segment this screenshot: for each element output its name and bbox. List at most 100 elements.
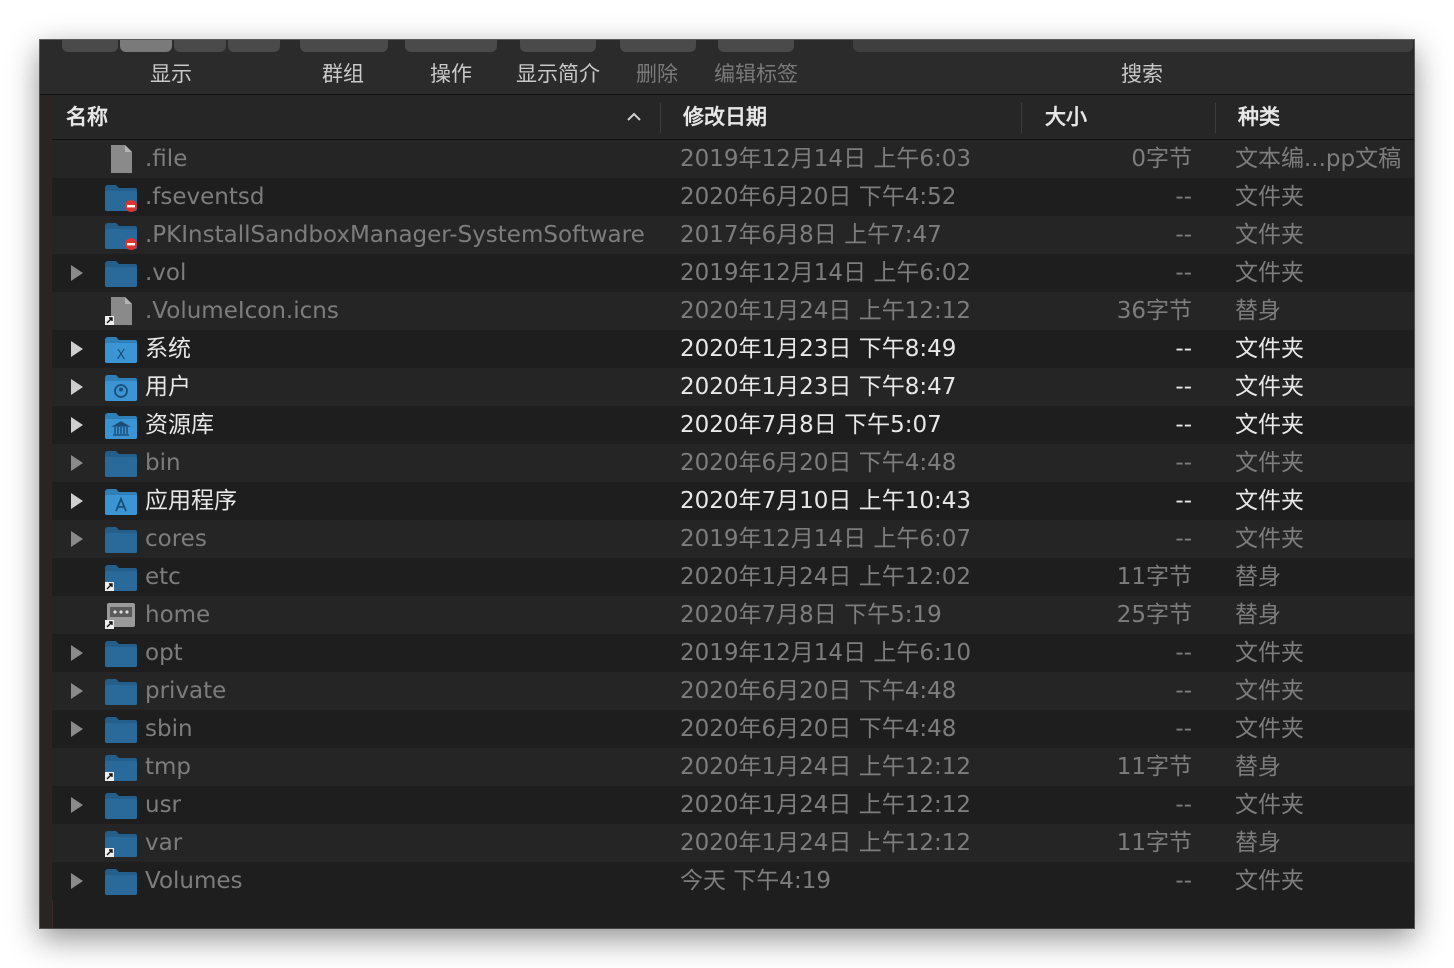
file-date: 2020年7月10日 上午10:43 [680,488,972,514]
file-kind: 替身 [1235,830,1281,856]
file-size: -- [1175,640,1192,666]
file-kind: 文件夹 [1235,716,1304,742]
file-kind: 文件夹 [1235,792,1304,818]
file-row[interactable]: .fseventsd 2020年6月20日 下午4:52 -- 文件夹 [52,178,1414,216]
action-label: 操作 [430,62,472,86]
file-date: 2020年7月8日 下午5:19 [680,602,942,628]
file-name: Volumes [145,868,243,894]
file-name: bin [145,450,181,476]
file-date: 2020年1月24日 上午12:12 [680,298,972,324]
file-size: -- [1175,374,1192,400]
column-view-button[interactable] [174,40,226,52]
disclosure-triangle-icon[interactable] [69,529,85,549]
disclosure-triangle-icon[interactable] [69,643,85,663]
file-row[interactable]: var 2020年1月24日 上午12:12 11字节 替身 [52,824,1414,862]
file-kind: 文件夹 [1235,260,1304,286]
file-size: -- [1175,336,1192,362]
file-row[interactable]: 应用程序 2020年7月10日 上午10:43 -- 文件夹 [52,482,1414,520]
icon-view-button[interactable] [62,40,118,52]
file-row[interactable]: sbin 2020年6月20日 下午4:48 -- 文件夹 [52,710,1414,748]
disclosure-triangle-icon[interactable] [69,377,85,397]
disclosure-triangle-icon[interactable] [69,491,85,511]
file-row[interactable]: etc 2020年1月24日 上午12:02 11字节 替身 [52,558,1414,596]
file-row[interactable]: private 2020年6月20日 下午4:48 -- 文件夹 [52,672,1414,710]
list-view-button[interactable] [120,40,172,52]
file-name: opt [145,640,183,666]
file-date: 2020年1月23日 下午8:49 [680,336,957,362]
file-row[interactable]: 资源库 2020年7月8日 下午5:07 -- 文件夹 [52,406,1414,444]
file-row[interactable]: opt 2019年12月14日 上午6:10 -- 文件夹 [52,634,1414,672]
folder-icon [105,869,137,895]
file-name: tmp [145,754,192,780]
file-name: 资源库 [145,412,214,438]
file-row[interactable]: 用户 2020年1月23日 下午8:47 -- 文件夹 [52,368,1414,406]
search-label: 搜索 [1121,62,1163,86]
edit-tags-button[interactable] [718,40,794,52]
action-button[interactable] [405,40,497,52]
search-input[interactable] [853,40,1413,52]
folder-icon [105,717,137,743]
disclosure-triangle-icon[interactable] [69,453,85,473]
file-kind: 替身 [1235,602,1281,628]
group-button[interactable] [300,40,388,52]
disclosure-triangle-icon[interactable] [69,719,85,739]
disclosure-triangle-icon[interactable] [69,871,85,891]
file-date: 2020年1月23日 下午8:47 [680,374,957,400]
toolbar: 显示 群组 操作 显示简介 删除 编辑标签 搜索 [40,40,1414,95]
alias-document-icon [105,297,132,325]
folder-icon [105,793,137,819]
disclosure-triangle-icon[interactable] [69,681,85,701]
file-kind: 文件夹 [1235,374,1304,400]
file-name: 系统 [145,336,191,362]
get-info-button[interactable] [520,40,596,52]
library-folder-icon [105,413,137,439]
network-drive-alias-icon [105,603,135,629]
file-row[interactable]: cores 2019年12月14日 上午6:07 -- 文件夹 [52,520,1414,558]
file-date: 2020年7月8日 下午5:07 [680,412,942,438]
file-size: -- [1175,260,1192,286]
file-date: 2019年12月14日 上午6:10 [680,640,972,666]
file-size: 25字节 [1116,602,1192,628]
file-kind: 替身 [1235,564,1281,590]
file-row[interactable]: usr 2020年1月24日 上午12:12 -- 文件夹 [52,786,1414,824]
file-name: .PKInstallSandboxManager-SystemSoftware [145,222,645,248]
disclosure-triangle-icon[interactable] [69,415,85,435]
file-size: -- [1175,184,1192,210]
disclosure-triangle-icon[interactable] [69,339,85,359]
file-date: 2019年12月14日 上午6:03 [680,146,972,172]
file-name: sbin [145,716,193,742]
column-divider[interactable] [660,103,661,133]
file-name: usr [145,792,182,818]
gallery-view-button[interactable] [228,40,280,52]
delete-button[interactable] [620,40,696,52]
svg-text:X: X [117,348,126,363]
file-size: -- [1175,222,1192,248]
file-size: -- [1175,412,1192,438]
delete-label: 删除 [636,62,678,86]
file-kind: 替身 [1235,754,1281,780]
file-date: 今天 下午4:19 [680,868,831,894]
column-divider[interactable] [1215,103,1216,133]
get-info-label: 显示简介 [516,62,600,86]
file-row[interactable]: home 2020年7月8日 下午5:19 25字节 替身 [52,596,1414,634]
name-column-header[interactable]: 名称 [66,95,108,139]
file-name: .VolumeIcon.icns [145,298,339,324]
file-row[interactable]: tmp 2020年1月24日 上午12:12 11字节 替身 [52,748,1414,786]
disclosure-triangle-icon[interactable] [69,795,85,815]
file-row[interactable]: Volumes 今天 下午4:19 -- 文件夹 [52,862,1414,900]
file-size: -- [1175,450,1192,476]
file-row[interactable]: X 系统 2020年1月23日 下午8:49 -- 文件夹 [52,330,1414,368]
column-divider[interactable] [1021,103,1022,133]
date-column-header[interactable]: 修改日期 [683,95,767,139]
file-row[interactable]: .PKInstallSandboxManager-SystemSoftware 2… [52,216,1414,254]
restricted-folder-icon [105,185,137,212]
size-column-header[interactable]: 大小 [1045,95,1087,139]
file-row[interactable]: .vol 2019年12月14日 上午6:02 -- 文件夹 [52,254,1414,292]
file-row[interactable]: .file 2019年12月14日 上午6:03 0字节 文本编...pp文稿 [52,140,1414,178]
file-row[interactable]: bin 2020年6月20日 下午4:48 -- 文件夹 [52,444,1414,482]
kind-column-header[interactable]: 种类 [1238,95,1280,139]
file-size: -- [1175,868,1192,894]
file-row[interactable]: .VolumeIcon.icns 2020年1月24日 上午12:12 36字节 替身 [52,292,1414,330]
disclosure-triangle-icon[interactable] [69,263,85,283]
file-list: .file 2019年12月14日 上午6:03 0字节 文本编...pp文稿 .fse… [52,140,1414,900]
